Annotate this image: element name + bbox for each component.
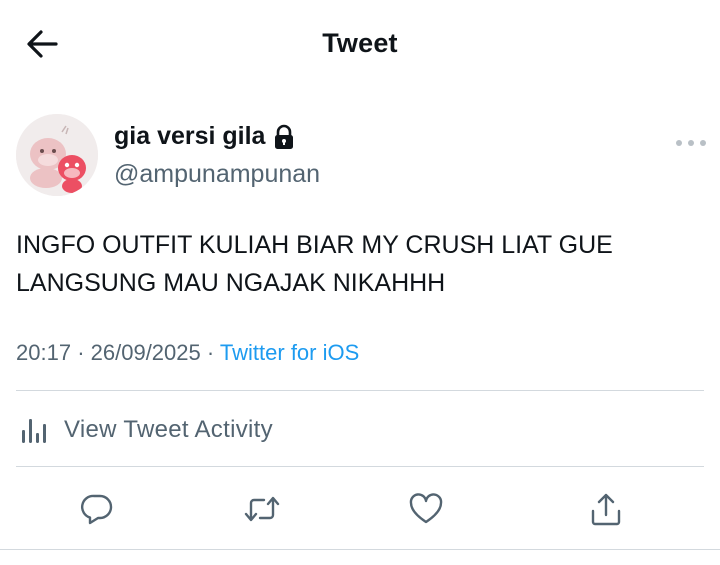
divider (16, 466, 704, 467)
bar-chart-icon (22, 419, 46, 443)
reply-icon (81, 494, 113, 525)
meta-separator: · (206, 340, 215, 365)
tweet-source-link[interactable]: Twitter for iOS (220, 340, 359, 365)
retweet-icon (244, 496, 280, 522)
avatar[interactable] (16, 114, 98, 196)
tweet-author: gia versi gila @ampunampunan (16, 114, 706, 204)
divider (16, 390, 704, 391)
tweet-time: 20:17 (16, 340, 72, 365)
tweet-text: INGFO OUTFIT KULIAH BIAR MY CRUSH LIAT G… (16, 231, 613, 297)
retweet-button[interactable] (237, 484, 287, 534)
name-row: gia versi gila (114, 122, 295, 151)
activity-label: View Tweet Activity (64, 416, 273, 443)
user-handle[interactable]: @ampunampunan (114, 160, 320, 189)
avatar-image (16, 114, 98, 196)
share-icon (591, 493, 621, 526)
more-dot-icon (700, 140, 706, 146)
header: Tweet (0, 0, 720, 90)
tweet-meta: 20:17 · 26/09/2025 · Twitter for iOS (16, 340, 359, 366)
like-button[interactable] (401, 484, 451, 534)
heart-icon (409, 493, 443, 524)
divider (0, 549, 720, 550)
more-dot-icon (676, 140, 682, 146)
meta-separator: · (77, 340, 85, 365)
lock-icon (275, 124, 294, 149)
share-button[interactable] (581, 484, 631, 534)
more-dot-icon (688, 140, 694, 146)
tweet-actions (0, 484, 720, 534)
view-tweet-activity-button[interactable]: View Tweet Activity (16, 404, 273, 456)
page-title: Tweet (322, 28, 398, 58)
tweet-date: 26/09/2025 (90, 340, 201, 365)
more-options-button[interactable] (676, 136, 706, 150)
reply-button[interactable] (72, 484, 122, 534)
display-name[interactable]: gia versi gila (114, 122, 265, 151)
